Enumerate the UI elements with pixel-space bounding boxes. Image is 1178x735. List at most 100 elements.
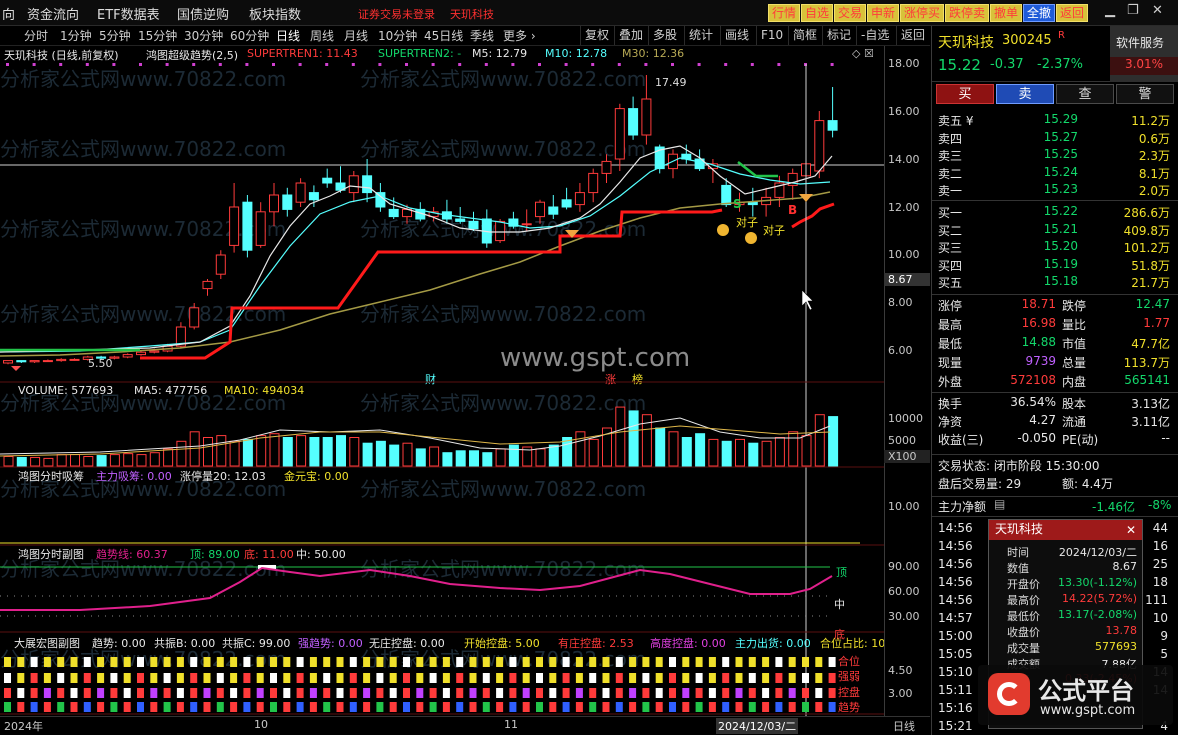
bid-row[interactable]: 买三 15.20 101.2万 [938,239,1170,256]
ask-row[interactable]: 卖二 15.24 8.1万 [938,165,1170,182]
tooltip-value: 2024/12/03/二 [1058,546,1137,559]
candle-body [189,307,200,328]
tick-time: 15:00 [938,629,973,643]
close-icon[interactable]: ✕ [1152,3,1163,18]
signal-block [137,673,144,683]
order-cell: 卖四 [938,131,963,146]
adjust-button[interactable]: 复权 [580,26,613,45]
signal-block [536,702,543,712]
ask-row[interactable]: 卖五 ¥ 15.29 11.2万 [938,112,1170,129]
candle-body [56,358,67,362]
period-30min[interactable]: 30分钟 [184,27,223,44]
stat-cell: 47.7亿 [1131,337,1170,351]
period-minute[interactable]: 分时 [24,27,48,44]
query-tab[interactable]: 查 [1056,84,1114,104]
return-button[interactable]: 返回 [896,26,929,45]
order-cell: 15.20 [1043,239,1078,253]
signal-block [296,702,304,712]
sell-tab[interactable]: 卖 [996,84,1054,104]
f10-button[interactable]: F10 [756,26,787,45]
list-icon[interactable]: ▤ [994,497,1006,514]
ask-row[interactable]: 卖一 15.23 2.0万 [938,182,1170,199]
stat-row: 现量 9739 总量 113.7万 [938,354,1170,371]
order-cell: 买四 [938,258,963,273]
trade-button[interactable]: 交易 [834,4,867,22]
signal-block [216,702,224,712]
stat-cell: 跌停 [1062,299,1087,313]
candle-body [255,211,266,246]
signal-block [256,673,264,683]
ask-row[interactable]: 卖三 15.25 2.3万 [938,147,1170,164]
supertrend-green-line-2 [737,161,778,178]
supertrend2-value: SUPERTREN2: - [378,47,462,60]
bid-row[interactable]: 买一 15.22 286.6万 [938,204,1170,221]
overlay-button[interactable]: 叠加 [614,26,647,45]
signal-block [708,702,716,712]
period-45day[interactable]: 45日线 [424,27,463,44]
add-watch-button[interactable]: -自选 [856,26,893,45]
order-cell: 2.0万 [1138,184,1170,198]
volume-y-tick: 10000 [888,412,923,425]
menu-item-etf[interactable]: ETF数据表 [97,4,160,23]
menu-item-sector-index[interactable]: 板块指数 [249,4,301,23]
bid-row[interactable]: 买四 15.19 51.8万 [938,257,1170,274]
volume-bar [495,448,506,467]
bid-row[interactable]: 买五 15.18 21.7万 [938,274,1170,291]
period-15min[interactable]: 15分钟 [138,27,177,44]
stat-cell: 量比 [1062,318,1087,332]
draw-button[interactable]: 画线 [720,26,753,45]
buy-tab[interactable]: 买 [936,84,994,104]
period-quarterly[interactable]: 季线 [470,27,494,44]
close-icon[interactable]: ✕ [1126,521,1136,540]
volume-bar [588,438,599,467]
signal-dot [617,63,621,66]
period-mode[interactable]: 日线 [893,718,915,734]
period-1min[interactable]: 1分钟 [60,27,92,44]
minimize-icon[interactable]: ▁ [1105,3,1115,18]
signal-block [788,702,796,712]
period-more[interactable]: 更多 › [503,27,536,44]
menu-item-fund-flow[interactable]: 资金流向 [27,4,79,23]
quote-button[interactable]: 行情 [768,4,801,22]
quote-header: 天玑科技 300245 R 软件服务 3.01% 15.22 -0.37 -2.… [932,26,1178,82]
signal-block [762,673,770,683]
menu-item-repo[interactable]: 国债逆购 [177,4,229,23]
jinyuanbao-value: 金元宝: 0.00 [284,470,349,483]
collapse-icon[interactable]: ◇ ☒ [852,47,874,60]
stats-button[interactable]: 统计 [684,26,717,45]
volume-bar [429,446,440,467]
menu-item[interactable]: 向 [2,4,15,23]
y-tick: 8.00 [888,296,913,309]
fuji-y-tick: 30.00 [888,610,920,623]
chart-area[interactable]: 分析家公式网www.70822.com 分析家公式网www.70822.com … [0,46,884,716]
login-alert[interactable]: 证券交易未登录 [358,6,435,22]
period-10min[interactable]: 10分钟 [378,27,417,44]
limit-up-buy-button[interactable]: 涨停买 [900,4,945,22]
watchlist-button[interactable]: 自选 [801,4,834,22]
bid-row[interactable]: 买二 15.21 409.8万 [938,222,1170,239]
signal-block [363,673,371,683]
period-weekly[interactable]: 周线 [310,27,334,44]
simple-frame-button[interactable]: 简框 [788,26,821,45]
indicator-name[interactable]: 鸿图超级趋势(2,5) [146,47,238,63]
signal-block [615,688,623,698]
tick-time: 14:56 [938,557,973,571]
maximize-icon[interactable]: ❐ [1127,3,1139,18]
cancel-order-button[interactable]: 撤单 [990,4,1023,22]
sector-box[interactable]: 软件服务 3.01% [1110,26,1178,82]
ask-row[interactable]: 卖四 15.27 0.6万 [938,130,1170,147]
signal-block [309,702,317,712]
mark-button[interactable]: 标记 [822,26,855,45]
ipo-button[interactable]: 申新 [867,4,900,22]
multi-stock-button[interactable]: 多股 [648,26,681,45]
stat-cell: 1.77 [1143,316,1170,330]
alert-tab[interactable]: 警 [1116,84,1174,104]
cancel-all-button[interactable]: 全撤 [1023,4,1056,22]
period-monthly[interactable]: 月线 [344,27,368,44]
period-5min[interactable]: 5分钟 [99,27,131,44]
candle-body [202,280,213,290]
back-button[interactable]: 返回 [1056,4,1089,22]
period-60min[interactable]: 60分钟 [230,27,269,44]
period-daily[interactable]: 日线 [276,27,300,44]
limit-down-sell-button[interactable]: 跌停卖 [945,4,990,22]
